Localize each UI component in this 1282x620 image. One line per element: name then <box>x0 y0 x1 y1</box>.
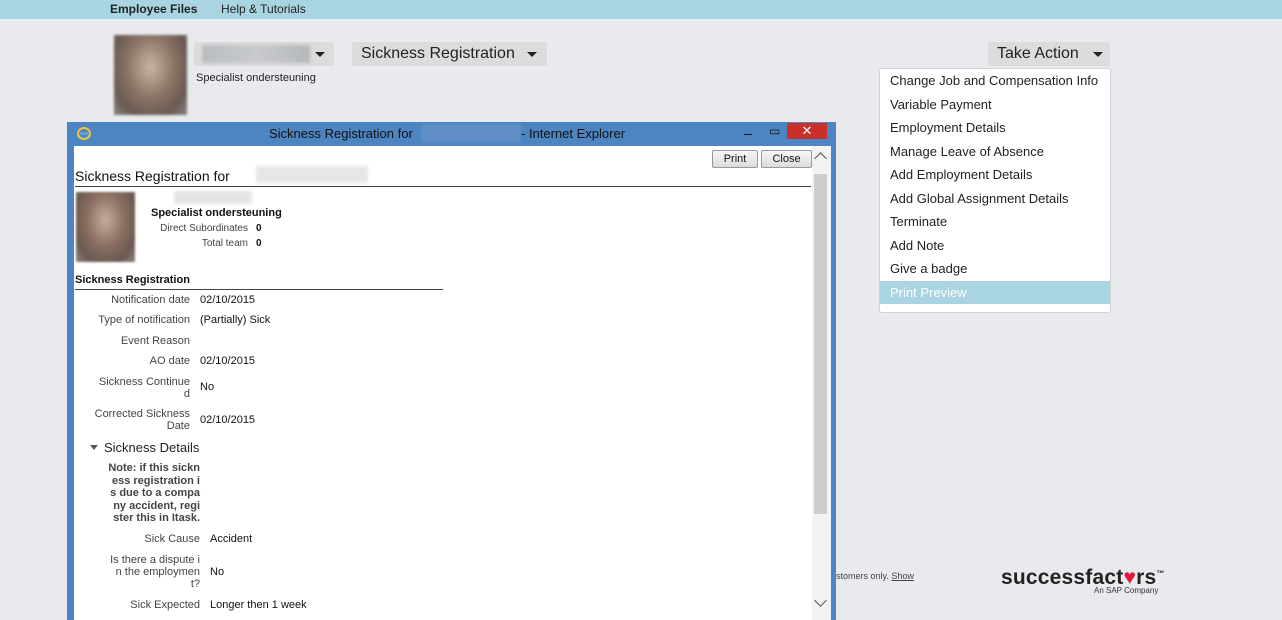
footer-show-link[interactable]: Show <box>891 571 914 581</box>
menu-item-print-preview[interactable]: Print Preview <box>880 280 1110 304</box>
chevron-down-icon <box>315 52 325 57</box>
note-line: s due to a compa <box>110 487 200 500</box>
internet-explorer-icon <box>77 127 91 140</box>
trademark: ™ <box>1156 569 1165 578</box>
blurred-name <box>174 191 252 204</box>
dispute-label-line: n the employmen <box>115 566 200 578</box>
footer-notice: stomers only. Show <box>836 571 914 581</box>
sick-expected-value: Longer then 1 week <box>210 599 307 611</box>
window-title-suffix: - Internet Explorer <box>521 126 626 141</box>
scrollbar-thumb[interactable] <box>814 174 827 514</box>
note-line: ny accident, regi <box>113 499 200 512</box>
note-line: ess registration i <box>111 474 200 487</box>
menu-item-add-global-assignment[interactable]: Add Global Assignment Details <box>880 187 1110 210</box>
popup-content: Print Close Sickness Registration for Sp… <box>74 146 831 620</box>
triangle-down-icon <box>90 445 98 451</box>
ie-popup-window: Sickness Registration for - Internet Exp… <box>67 122 836 620</box>
title-divider <box>75 186 811 187</box>
dispute-label-line: t? <box>190 578 200 590</box>
nav-employee-files[interactable]: Employee Files <box>110 2 197 16</box>
field-label-line: Sickness Continue <box>98 376 190 388</box>
sick-cause-label: Sick Cause <box>144 533 200 545</box>
take-action-menu: Change Job and Compensation Info Variabl… <box>879 68 1111 313</box>
popup-job-title: Specialist ondersteuning <box>151 207 282 219</box>
field-label-line: Corrected Sickness <box>94 408 190 420</box>
note-text: Note: if this sickn ess registration i s… <box>88 462 200 525</box>
menu-item-manage-leave[interactable]: Manage Leave of Absence <box>880 140 1110 163</box>
take-action-label: Take Action <box>997 45 1079 62</box>
print-button[interactable]: Print <box>712 150 758 168</box>
chevron-down-icon <box>1093 52 1103 57</box>
dispute-label-line: Is there a dispute i <box>110 554 200 566</box>
footer-text: stomers only. <box>836 571 889 581</box>
page-title: Sickness Registration for <box>75 168 230 184</box>
menu-item-terminate[interactable]: Terminate <box>880 210 1110 233</box>
menu-item-add-employment-details[interactable]: Add Employment Details <box>880 163 1110 186</box>
top-nav: Employee Files Help & Tutorials <box>0 0 1282 19</box>
sickness-details-toggle[interactable]: Sickness Details <box>90 440 199 455</box>
nav-help-tutorials[interactable]: Help & Tutorials <box>221 2 306 16</box>
menu-item-give-badge[interactable]: Give a badge <box>880 257 1110 280</box>
field-label-line: d <box>183 388 190 400</box>
field-label: Event Reason <box>120 335 190 347</box>
corrected-sickness-date-value: 02/10/2015 <box>200 414 256 426</box>
chevron-down-icon <box>527 52 537 57</box>
logo-subtitle: An SAP Company <box>1094 586 1159 595</box>
blurred-name <box>202 45 310 63</box>
field-label-line: Date <box>166 420 190 432</box>
sickness-continued-value: No <box>200 381 215 393</box>
employee-name-dropdown[interactable] <box>194 42 334 66</box>
total-team-label: Total team <box>201 238 248 249</box>
menu-item-variable-payment[interactable]: Variable Payment <box>880 93 1110 116</box>
sickness-details-title: Sickness Details <box>104 440 200 455</box>
field-label: Type of notification <box>98 314 190 326</box>
note-line: Note: if this sickn <box>108 462 200 474</box>
notification-type-value: (Partially) Sick <box>200 314 271 326</box>
avatar <box>114 35 187 115</box>
dispute-label: Is there a dispute i n the employmen t? <box>84 554 200 590</box>
menu-item-add-note[interactable]: Add Note <box>880 234 1110 257</box>
field-label: Sickness Continue d <box>76 376 190 400</box>
dispute-value: No <box>210 566 225 578</box>
employee-photo <box>76 192 135 262</box>
minimize-icon[interactable]: – <box>744 125 752 141</box>
field-label: Notification date <box>111 294 190 306</box>
sick-cause-value: Accident <box>210 533 253 545</box>
notification-date-value: 02/10/2015 <box>200 294 256 306</box>
take-action-button[interactable]: Take Action <box>988 42 1110 66</box>
direct-subordinates-label: Direct Subordinates <box>160 223 248 234</box>
menu-item-employment-details[interactable]: Employment Details <box>880 116 1110 139</box>
window-title-bar[interactable]: Sickness Registration for - Internet Exp… <box>67 122 836 144</box>
field-label: Corrected Sickness Date <box>76 408 190 432</box>
direct-subordinates-value: 0 <box>256 223 262 234</box>
ao-date-value: 02/10/2015 <box>200 355 256 367</box>
blurred-employee-name <box>256 166 368 183</box>
sick-expected-label: Sick Expected <box>130 599 200 611</box>
view-selector-dropdown[interactable]: Sickness Registration <box>352 42 547 66</box>
section-divider <box>75 289 443 290</box>
window-title-prefix: Sickness Registration for <box>269 126 413 141</box>
blurred-title-name <box>421 124 521 142</box>
section-title: Sickness Registration <box>75 274 190 286</box>
note-line: ster this in Itask. <box>113 512 200 525</box>
field-label: AO date <box>149 355 190 367</box>
close-button[interactable]: Close <box>761 150 812 168</box>
maximize-icon[interactable]: ▭ <box>769 124 780 138</box>
job-title: Specialist ondersteuning <box>196 72 316 84</box>
total-team-value: 0 <box>256 238 262 249</box>
menu-item-change-job[interactable]: Change Job and Compensation Info <box>880 69 1110 92</box>
view-selector-label: Sickness Registration <box>361 45 515 62</box>
close-window-button[interactable]: ✕ <box>787 123 827 139</box>
